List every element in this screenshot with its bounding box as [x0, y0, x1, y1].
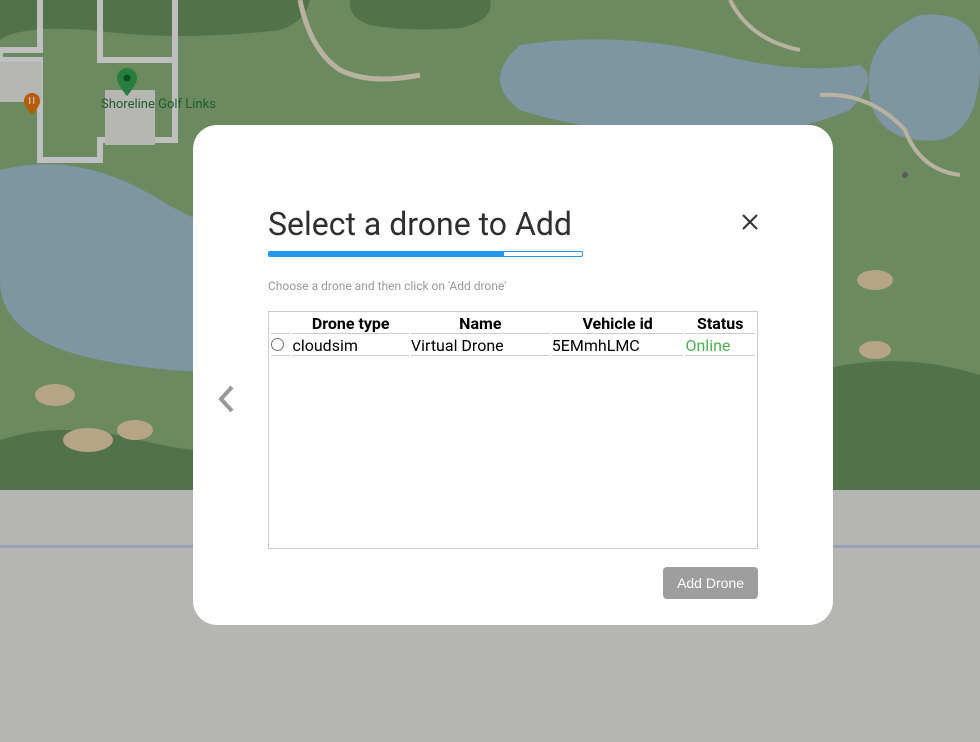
drone-radio[interactable] — [271, 338, 284, 351]
cell-status: Online — [685, 336, 755, 356]
drone-table: Drone type Name Vehicle id Status clouds… — [268, 311, 758, 549]
cell-vehicle-id: 5EMmhLMC — [552, 336, 684, 356]
col-drone-type: Drone type — [292, 314, 408, 334]
add-drone-modal: Select a drone to Add Choose a drone and… — [193, 125, 833, 625]
table-row[interactable]: cloudsim Virtual Drone 5EMmhLMC Online — [271, 336, 755, 356]
cell-drone-type: cloudsim — [292, 336, 408, 356]
add-drone-button[interactable]: Add Drone — [663, 567, 758, 599]
progress-fill — [269, 252, 504, 256]
progress-bar — [268, 251, 583, 257]
cell-name: Virtual Drone — [411, 336, 550, 356]
close-button[interactable] — [742, 210, 758, 236]
back-button[interactable] — [218, 385, 236, 416]
col-name: Name — [411, 314, 550, 334]
table-header-row: Drone type Name Vehicle id Status — [271, 314, 755, 334]
col-status: Status — [685, 314, 755, 334]
close-icon — [742, 214, 758, 230]
modal-title: Select a drone to Add — [268, 205, 758, 243]
chevron-left-icon — [218, 385, 236, 413]
modal-subtitle: Choose a drone and then click on 'Add dr… — [268, 279, 758, 293]
col-vehicle-id: Vehicle id — [552, 314, 684, 334]
